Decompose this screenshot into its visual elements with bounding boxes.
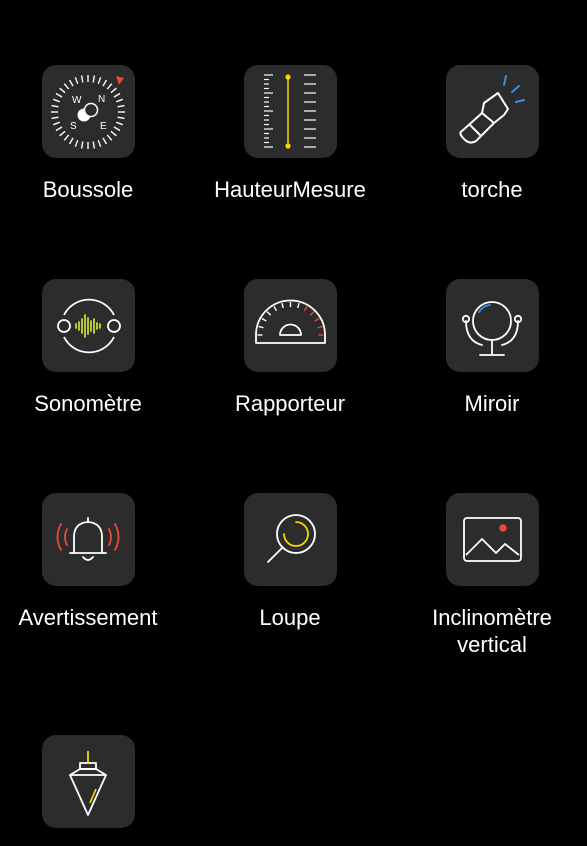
app-tile[interactable] (445, 65, 539, 158)
compass-letter-e: E (100, 121, 107, 132)
sound-meter-icon (56, 298, 121, 354)
compass-letter-w: W (72, 95, 82, 106)
plumb-bob-icon (68, 751, 107, 816)
app-label: Miroir (464, 391, 520, 416)
app-sound-meter[interactable]: Sonomètre (0, 279, 178, 417)
app-compass[interactable]: W N S E Boussole (0, 65, 178, 203)
app-tile[interactable]: W N S E (41, 65, 135, 158)
app-tile[interactable] (41, 279, 135, 372)
protractor-icon (254, 299, 326, 344)
flashlight-icon (458, 75, 525, 144)
app-label: HauteurMesure (214, 177, 366, 202)
app-flashlight[interactable]: torche (402, 65, 582, 203)
app-height-measure[interactable]: HauteurMesure (200, 65, 380, 203)
compass-icon: W N S E (50, 75, 125, 149)
app-label: Sonomètre (34, 391, 142, 416)
app-alarm[interactable]: Avertissement (0, 493, 178, 631)
app-tile[interactable] (41, 735, 135, 828)
app-tile[interactable] (445, 493, 539, 586)
app-tile[interactable] (243, 65, 337, 158)
app-tile[interactable] (41, 493, 135, 586)
mirror-icon (461, 301, 522, 356)
picture-frame-icon (462, 517, 522, 562)
app-tile[interactable] (243, 493, 337, 586)
app-label: Loupe (259, 605, 321, 630)
app-plumb-bob[interactable] (0, 735, 178, 846)
app-label: Avertissement (18, 605, 158, 630)
app-magnifier[interactable]: Loupe (200, 493, 380, 631)
compass-letter-s: S (70, 121, 77, 132)
app-vertical-inclinometer[interactable]: Inclinomètre vertical (402, 493, 582, 658)
app-grid: W N S E Boussole HauteurMesure torche So… (0, 0, 587, 840)
alarm-bell-icon (56, 517, 119, 561)
compass-letter-n: N (98, 94, 105, 105)
app-label: Inclinomètre vertical (432, 605, 552, 657)
app-tile[interactable] (445, 279, 539, 372)
app-mirror[interactable]: Miroir (402, 279, 582, 417)
app-tile[interactable] (243, 279, 337, 372)
app-label: Rapporteur (234, 391, 346, 416)
app-label: torche (461, 177, 523, 202)
magnifier-icon (266, 514, 316, 563)
app-label: Boussole (42, 177, 134, 202)
app-protractor[interactable]: Rapporteur (200, 279, 380, 417)
height-ruler-icon (263, 74, 316, 149)
